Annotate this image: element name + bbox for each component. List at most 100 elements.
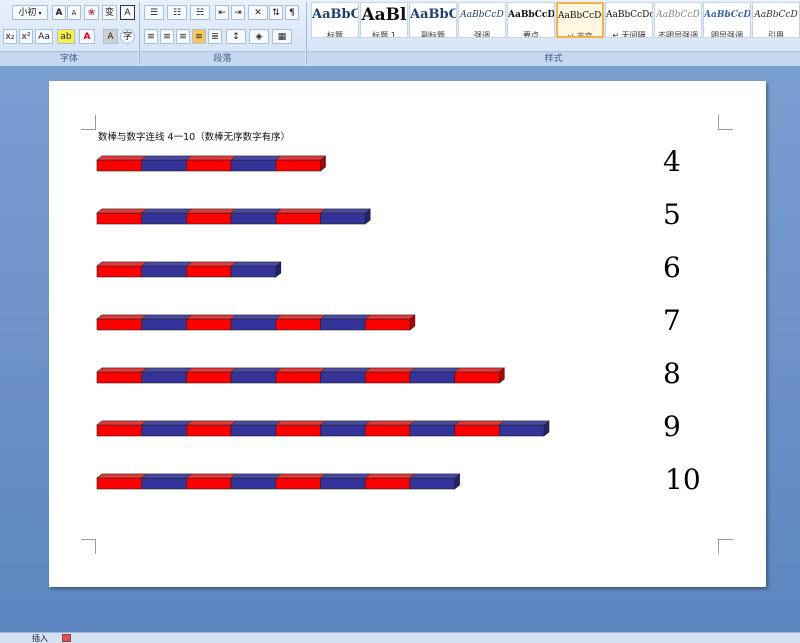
rod-segment-top [140,208,193,214]
document-page[interactable]: 数棒与数字连线 4一10（数棒无序数字有序） 4 5 6 7 8 9 10 [49,81,766,587]
style-name-label: 标题 1 [372,31,396,38]
highlight-button[interactable]: ab [57,29,75,44]
style-name-label: 副标题 [421,31,445,38]
style-sample-text: AaBbCcDc [606,10,652,20]
rod-segment-top [140,420,193,426]
style-item[interactable]: AaBbCcD 明显强调 [703,2,751,38]
rod-segment [409,477,455,490]
align-center-button[interactable]: ≡ [160,29,174,44]
distribute-button[interactable]: ≣ [208,29,222,44]
styles-group-label: 样式 [307,51,800,66]
line-spacing-button[interactable]: ↕ [226,29,246,44]
align-left-button[interactable]: ≡ [144,29,158,44]
number-rod[interactable] [96,208,372,225]
rod-segment [186,424,232,437]
rod-segment [186,212,232,225]
style-sample-text: AaBbC [312,7,358,22]
rod-segment-top [230,367,282,373]
phonetic-guide-button[interactable]: 变 [102,5,117,20]
rod-segment [364,318,411,331]
rod-segment [275,371,321,384]
number-rod[interactable] [96,155,327,172]
style-item[interactable]: AaBbC 副标题 [409,2,457,38]
char-border-button[interactable]: A [120,5,135,20]
rod-segment [320,318,366,331]
superscript-button[interactable]: x² [19,29,33,44]
status-bar: 插入 [0,632,800,643]
style-item[interactable]: AaBbCcD 要点 [507,2,555,38]
rod-segment-top [409,473,461,479]
multilevel-list-button[interactable]: ☵ [190,5,210,20]
grow-font-button[interactable]: A [52,5,66,20]
change-case-button[interactable]: Aa [35,29,53,44]
rod-segment [498,424,545,437]
decrease-indent-button[interactable]: ⇤ [215,5,229,20]
increase-indent-button[interactable]: ⇥ [231,5,245,20]
rod-segment-top [140,155,193,161]
rod-segment [320,424,366,437]
borders-button[interactable]: ▦ [272,29,292,44]
macro-record-icon[interactable] [62,634,71,642]
style-item[interactable]: AaBbCcDc ↵ 正文 [556,2,604,38]
style-item[interactable]: AaBbCcD 不明显强调 [654,2,702,38]
font-group-label: 字体 [0,51,138,66]
chinese-layout-button[interactable]: ✕ [248,5,268,20]
rod-segment [141,318,187,331]
rod-segment-top [498,420,550,426]
rod-segment-top [319,314,371,320]
style-sample-text: AaBbC [410,7,456,22]
rod-segment [96,212,143,225]
rod-segment [364,371,411,384]
number-rod[interactable] [96,314,416,331]
rod-segment [320,212,366,225]
numbering-button[interactable]: ☷ [167,5,187,20]
rod-segment [320,371,366,384]
char-shading-button[interactable]: A [103,29,118,44]
style-item[interactable]: AaBbCcD 引用 [752,2,800,38]
rod-segment-top [319,367,371,373]
rod-segment-top [140,367,193,373]
rod-segment-top [96,473,148,479]
style-item[interactable]: AaBbCcDc ↵ 无间隔 [605,2,653,38]
bullets-button[interactable]: ☰ [144,5,164,20]
font-color-button[interactable]: A [79,29,95,44]
subscript-button[interactable]: x₂ [3,29,17,44]
shading-button[interactable]: ◈ [249,29,269,44]
rod-segment [141,477,187,490]
style-item[interactable]: AaBl 标题 1 [360,2,408,38]
rod-segment [230,371,277,384]
rod-segment [230,477,277,490]
shrink-font-button[interactable]: A [67,5,81,20]
sort-button[interactable]: ⇅ [269,5,283,20]
rod-segment [275,159,321,172]
chevron-down-icon: ▾ [36,10,42,17]
show-marks-button[interactable]: ¶ [285,5,299,20]
rod-segment-top [275,420,327,426]
number-rod[interactable] [96,367,506,384]
rod-segment-top [230,420,282,426]
clear-format-button[interactable]: ❀ [84,5,99,20]
rod-segment [275,424,321,437]
justify-button[interactable]: ≡ [192,29,206,44]
style-item[interactable]: AaBbCcD 强调 [458,2,506,38]
style-item[interactable]: AaBbC 标题 [311,2,359,38]
rod-segment-top [96,420,148,426]
number-rod[interactable] [96,261,282,278]
rod-segment [96,477,143,490]
rod-segment-top [364,314,416,320]
style-name-label: ↵ 无间隔 [612,31,646,38]
number-rod[interactable] [96,473,461,490]
enclose-char-button[interactable]: 字 [120,29,135,44]
rod-segment-top [453,420,506,426]
font-size-box[interactable]: 小初 ▾ [12,5,48,20]
font-size-value: 小初 [18,8,37,18]
rod-segment-top [230,314,282,320]
rod-segment [230,212,277,225]
rod-segment [186,159,232,172]
rod-segment-top [96,155,148,161]
number-rod[interactable] [96,420,550,437]
rod-segment [141,424,187,437]
align-right-button[interactable]: ≡ [176,29,190,44]
rod-segment-top [185,208,237,214]
rod-segment-top [185,261,237,267]
